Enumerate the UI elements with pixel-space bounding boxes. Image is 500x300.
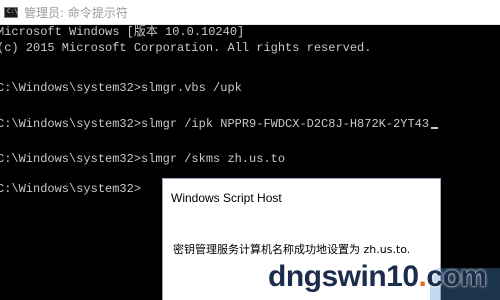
console-line-4: C:\Windows\system32>slmgr.vbs /upk [0,81,242,95]
dialog-title: Windows Script Host [171,191,282,205]
text-cursor [431,127,439,129]
title-bar[interactable]: C:\ 管理员: 命令提示符 [0,0,500,25]
console-line-10: C:\Windows\system32> [0,182,142,196]
watermark-main: dngswin10 [268,260,419,293]
dialog-message: 密钥管理服务计算机名称成功地设置为 zh.us.to. [173,243,411,256]
dialog-title-bar[interactable]: Windows Script Host [163,179,440,216]
console-line-8: C:\Windows\system32>slmgr /skms zh.us.to [0,152,286,166]
watermark: dngswin10.com [268,260,487,294]
console-line-6-text: C:\Windows\system32>slmgr /ipk NPPR9-FWD… [0,117,430,131]
console-line-1: Microsoft Windows [版本 10.0.10240] [0,25,245,39]
watermark-tail: com [426,260,487,293]
console-icon: C:\ [4,6,18,18]
command-prompt-window: C:\ 管理员: 命令提示符 Microsoft Windows [版本 10.… [0,0,500,300]
console-line-2: (c) 2015 Microsoft Corporation. All righ… [0,41,372,55]
console-line-6: C:\Windows\system32>slmgr /ipk NPPR9-FWD… [0,117,439,131]
window-title: 管理员: 命令提示符 [24,5,128,20]
console-icon-glyph: C:\ [7,7,18,15]
